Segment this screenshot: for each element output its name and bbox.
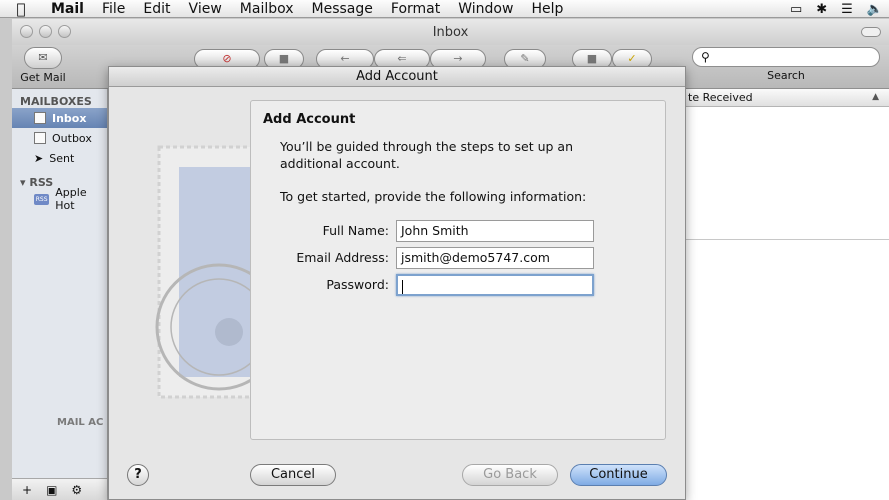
menu-format[interactable]: Format [382, 1, 449, 17]
sidebar-item-label: Inbox [52, 111, 87, 125]
password-row: Password: [251, 274, 667, 296]
add-account-sheet: Add Account Add Account You’ll be guided… [108, 66, 686, 500]
search-input[interactable]: ⚲ [692, 47, 880, 67]
menu-app-mail[interactable]: Mail [42, 1, 93, 17]
menu-message[interactable]: Message [303, 1, 382, 17]
menu-mailbox[interactable]: Mailbox [231, 1, 303, 17]
get-mail-button[interactable]: ✉ Get Mail [18, 47, 68, 84]
full-name-field[interactable]: John Smith [396, 220, 594, 242]
display-mirroring-icon[interactable]: ▭ [790, 2, 802, 17]
add-mailbox-button[interactable]: + [22, 483, 32, 497]
search-label: Search [767, 69, 805, 82]
show-activity-button[interactable]: ▣ [46, 483, 57, 497]
help-button[interactable]: ? [127, 464, 149, 486]
menu-bar:  Mail File Edit View Mailbox Message Fo… [0, 0, 889, 18]
email-label: Email Address: [296, 250, 389, 265]
get-started-text: To get started, provide the following in… [280, 189, 587, 204]
password-label: Password: [326, 277, 389, 292]
search-area: ⚲ Search [692, 47, 880, 82]
sidebar-item-sent[interactable]: ➤ Sent [12, 148, 107, 168]
reply-icon: ← [340, 52, 350, 65]
text-caret [402, 279, 403, 294]
junk-icon: ■ [278, 52, 290, 65]
volume-icon[interactable]: 🔈 [867, 2, 883, 17]
menu-help[interactable]: Help [522, 1, 572, 17]
sidebar-item-outbox[interactable]: Outbox [12, 128, 107, 148]
menu-view[interactable]: View [180, 1, 231, 17]
go-back-button[interactable]: Go Back [462, 464, 558, 486]
email-row: Email Address: jsmith@demo5747.com [251, 247, 667, 269]
menu-window[interactable]: Window [449, 1, 522, 17]
search-icon: ⚲ [701, 50, 710, 64]
date-received-column-header[interactable]: te Received ▲ [686, 89, 889, 107]
password-field[interactable] [396, 274, 594, 296]
window-title: Inbox [432, 25, 469, 40]
sent-icon: ➤ [34, 151, 44, 165]
mail-activity-header: MAIL AC [57, 417, 104, 428]
cancel-button[interactable]: Cancel [250, 464, 336, 486]
inbox-icon [34, 112, 46, 124]
compose-icon: ✎ [520, 52, 530, 65]
continue-button[interactable]: Continue [570, 464, 667, 486]
window-titlebar: Inbox [12, 19, 889, 45]
get-mail-label: Get Mail [20, 71, 66, 84]
note-icon: ■ [586, 52, 598, 65]
get-mail-icon: ✉ [24, 47, 62, 69]
sidebar-item-inbox[interactable]: Inbox [12, 108, 107, 128]
sort-ascending-icon: ▲ [872, 92, 879, 102]
delete-icon: ⊘ [222, 52, 232, 65]
form-heading: Add Account [263, 112, 356, 127]
sidebar-item-label: Outbox [52, 131, 92, 145]
email-field[interactable]: jsmith@demo5747.com [396, 247, 594, 269]
sidebar-item-apple-hot-news[interactable]: RSS Apple Hot [12, 186, 107, 212]
apple-menu-icon[interactable]:  [0, 0, 42, 18]
reply-all-icon: ⇐ [397, 52, 407, 65]
rss-header-label: RSS [29, 176, 54, 189]
menu-file[interactable]: File [93, 1, 134, 17]
mailbox-sidebar: MAILBOXES Inbox Outbox ➤ Sent ▾ RSS RSS … [12, 89, 108, 500]
bluetooth-icon[interactable]: ✱ [816, 2, 827, 17]
outbox-icon [34, 132, 46, 144]
rss-icon: RSS [34, 193, 50, 205]
sidebar-footer: + ▣ ⚙ [12, 478, 107, 500]
mailboxes-header: MAILBOXES [20, 95, 92, 108]
sidebar-item-label: Sent [49, 151, 75, 165]
column-header-label: te Received [688, 91, 753, 104]
forward-icon: → [453, 52, 463, 65]
message-list: te Received ▲ [686, 89, 889, 500]
gear-icon[interactable]: ⚙ [71, 483, 82, 497]
sheet-title: Add Account [109, 67, 685, 87]
wifi-icon[interactable]: ☰ [841, 2, 853, 17]
menu-extras: ▭ ✱ ☰ 🔈 [790, 0, 883, 18]
preview-divider[interactable] [686, 239, 889, 240]
account-form-panel: Add Account You’ll be guided through the… [250, 100, 666, 440]
sidebar-item-label: Apple Hot [55, 186, 87, 212]
checkmark-icon: ✓ [627, 52, 637, 65]
toolbar-toggle-button[interactable] [861, 27, 881, 37]
full-name-label: Full Name: [322, 223, 389, 238]
menu-edit[interactable]: Edit [134, 1, 179, 17]
intro-text: You’ll be guided through the steps to se… [280, 139, 574, 171]
full-name-row: Full Name: John Smith [251, 220, 667, 242]
